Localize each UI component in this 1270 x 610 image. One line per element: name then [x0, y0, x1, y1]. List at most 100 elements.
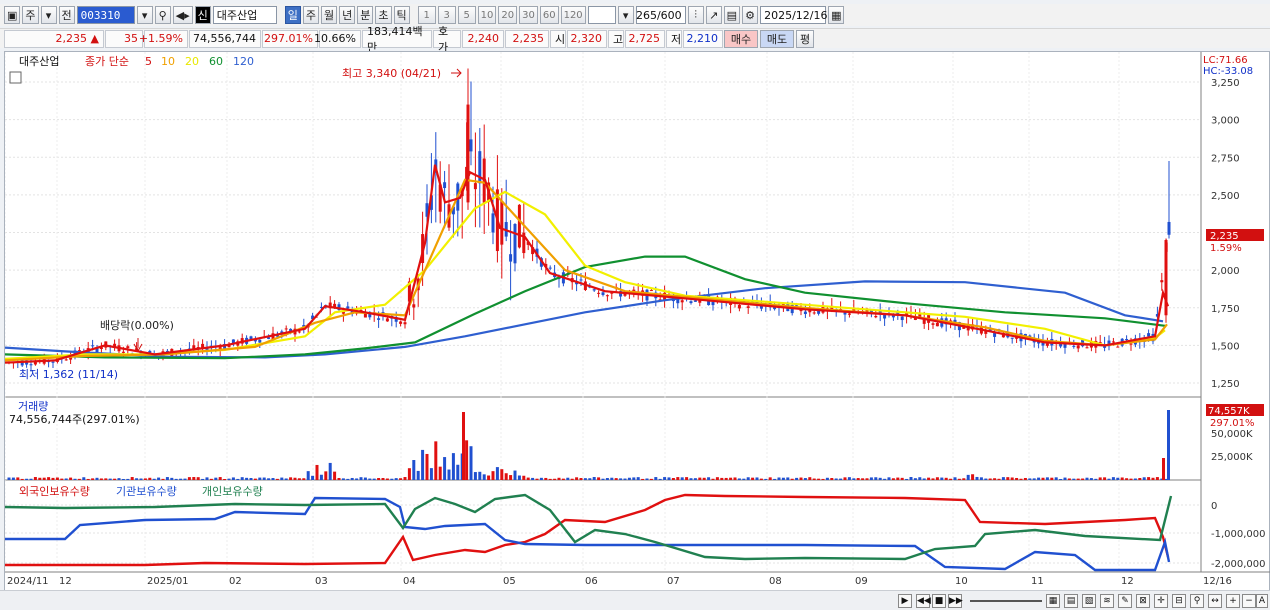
- sell-button[interactable]: 매도: [760, 29, 794, 48]
- volume-bar: [944, 477, 948, 480]
- interval-10[interactable]: 10: [477, 6, 497, 24]
- volume-bar: [192, 477, 196, 480]
- window-icon[interactable]: ▣: [4, 6, 21, 24]
- zoom-slider[interactable]: [970, 600, 1042, 602]
- volume-bar: [781, 477, 785, 480]
- volume-bar: [245, 477, 249, 480]
- period-tab-1[interactable]: 주: [302, 6, 320, 24]
- candle: [509, 254, 513, 262]
- volume-bar: [29, 478, 33, 480]
- calendar-icon[interactable]: ▦: [828, 6, 845, 24]
- period-tab-6[interactable]: 틱: [393, 6, 410, 24]
- prev-button[interactable]: 전: [58, 6, 75, 24]
- holding-y-axis: 0 -1,000,000 -2,000,000: [1211, 501, 1266, 570]
- interval-dropdown-icon[interactable]: ▾: [617, 6, 634, 24]
- interval-60[interactable]: 60: [539, 6, 559, 24]
- candle: [803, 311, 807, 315]
- date-input[interactable]: 2025/12/16: [760, 6, 827, 24]
- volume-bar: [429, 468, 433, 480]
- volume-bar: [174, 478, 178, 480]
- draw-tool-icon[interactable]: ↗: [705, 6, 722, 24]
- volume-bar: [33, 477, 37, 480]
- x-label: 07: [667, 576, 680, 587]
- code-dropdown-icon[interactable]: ▾: [136, 6, 153, 24]
- interval-20[interactable]: 20: [498, 6, 518, 24]
- crosshair-icon[interactable]: ✛: [1154, 594, 1168, 608]
- lock-icon[interactable]: ⊠: [1136, 594, 1150, 608]
- period-tab-2[interactable]: 월: [321, 6, 338, 24]
- minus-icon[interactable]: −: [1242, 594, 1256, 608]
- grid-icon[interactable]: ▤: [1064, 594, 1078, 608]
- play-icon[interactable]: ▶: [898, 594, 912, 608]
- volume-bar: [293, 477, 297, 480]
- plus-icon[interactable]: +: [1226, 594, 1240, 608]
- period-tab-5[interactable]: 초: [375, 6, 392, 24]
- stock-code-input[interactable]: 003310: [76, 6, 135, 24]
- scroll-track[interactable]: [0, 591, 510, 609]
- volume-bar: [909, 477, 913, 480]
- interval-1[interactable]: 1: [417, 6, 436, 24]
- volume-bar: [1063, 477, 1067, 480]
- candle-type-icon[interactable]: ⫶: [687, 6, 704, 24]
- save-chart-icon[interactable]: ▧: [1082, 594, 1096, 608]
- interval-input[interactable]: [587, 6, 616, 24]
- volume-bar: [275, 478, 279, 480]
- period-tab-0[interactable]: 일: [284, 6, 301, 24]
- candle: [649, 290, 653, 292]
- high-arrow-icon: [451, 68, 462, 78]
- font-size-icon[interactable]: A: [1256, 594, 1268, 608]
- period-tab-4[interactable]: 분: [357, 6, 374, 24]
- volume-bar: [328, 462, 332, 480]
- pen-icon[interactable]: ✎: [1118, 594, 1132, 608]
- arrow-icon[interactable]: ↔: [1208, 594, 1222, 608]
- zoom-icon[interactable]: ⚲: [1190, 594, 1204, 608]
- price-tick: 2,750: [1211, 153, 1240, 164]
- interval-30[interactable]: 30: [519, 6, 538, 24]
- price-tick: 3,250: [1211, 78, 1240, 89]
- speaker-icon[interactable]: ◀▸: [172, 6, 193, 24]
- high-price: 2,725: [625, 29, 665, 48]
- layout-icon[interactable]: ▦: [1046, 594, 1060, 608]
- search-icon[interactable]: ⚲: [154, 6, 171, 24]
- volume-bar: [196, 477, 200, 480]
- interval-5[interactable]: 5: [457, 6, 476, 24]
- period-tab-3[interactable]: 년: [339, 6, 356, 24]
- candle: [412, 304, 416, 308]
- gear-icon[interactable]: ⚙: [742, 6, 759, 24]
- ruler-icon[interactable]: ⊟: [1172, 594, 1186, 608]
- volume-bar: [535, 478, 539, 480]
- save-icon[interactable]: ▤: [723, 6, 741, 24]
- candle: [993, 333, 997, 337]
- fast-forward-icon[interactable]: ▶▶: [948, 594, 963, 608]
- volume-bar: [1006, 477, 1010, 480]
- volume-bar: [249, 478, 253, 480]
- chart-area[interactable]: 3,2503,0002,7502,5002,2502,0001,7501,500…: [4, 51, 1270, 593]
- volume-bar: [896, 477, 900, 480]
- quote-bar: 2,235 ▲ 35 +1.59% 74,556,744 297.01% 10.…: [0, 25, 1270, 54]
- volume-bar: [685, 477, 689, 480]
- panel-menu-icon[interactable]: [9, 71, 22, 84]
- candle: [284, 328, 288, 330]
- candle: [847, 313, 851, 315]
- volume-bar: [280, 477, 284, 480]
- volume-bar: [720, 477, 724, 480]
- rewind-icon[interactable]: ◀◀: [916, 594, 931, 608]
- volume-bar: [236, 478, 240, 480]
- count-input[interactable]: 265/600: [635, 6, 686, 24]
- interval-3[interactable]: 3: [437, 6, 456, 24]
- volume-bar: [47, 477, 51, 480]
- buy-button[interactable]: 매수: [724, 29, 758, 48]
- avg-button[interactable]: 평: [796, 29, 814, 48]
- volume-bar: [949, 478, 953, 480]
- stop-icon[interactable]: ■: [932, 594, 946, 608]
- last-volume-label: 74,557K: [1208, 406, 1250, 417]
- market-dropdown-icon[interactable]: ▾: [40, 6, 57, 24]
- volume-bar: [966, 474, 970, 480]
- volume-bar: [975, 476, 979, 480]
- market-select[interactable]: 주: [22, 6, 39, 24]
- volume-bar: [575, 477, 579, 480]
- interval-120[interactable]: 120: [560, 6, 586, 24]
- volume-bar: [759, 478, 763, 480]
- indicator-icon[interactable]: ≋: [1100, 594, 1114, 608]
- volume-bar: [693, 478, 697, 480]
